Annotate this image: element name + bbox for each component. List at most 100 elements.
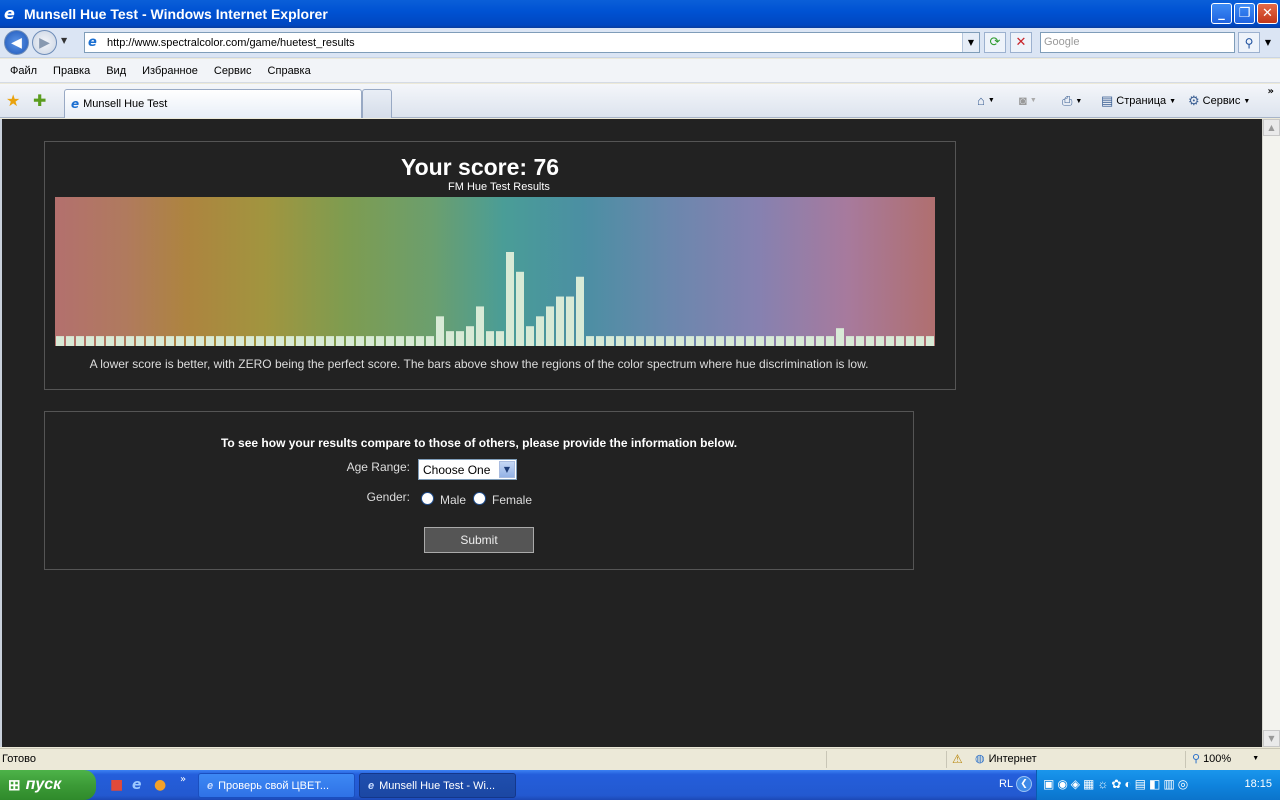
ie-quicklaunch-icon[interactable]: e	[132, 777, 142, 793]
hue-bar	[786, 336, 794, 346]
favorites-star-icon[interactable]: ★	[6, 91, 20, 110]
printer-icon: ⎙	[1062, 93, 1073, 108]
feeds-button[interactable]: ◙ ▼	[1019, 93, 1037, 108]
quicklaunch-more-icon[interactable]: »	[180, 774, 186, 785]
tab-bar: ★ ✚ e Munsell Hue Test ⌂ ▼ ◙ ▼ ⎙ ▼ ▤ Страниц…	[0, 84, 1280, 118]
menu-view[interactable]: Вид	[98, 65, 134, 77]
tray-icons[interactable]: ▣◉◈▦☼✿◐▤◧▥◎	[1043, 777, 1191, 791]
page-content: Your score: 76 FM Hue Test Results A low…	[0, 119, 1262, 747]
menu-tools[interactable]: Сервис	[206, 65, 260, 77]
menu-edit[interactable]: Правка	[45, 65, 98, 77]
system-tray: ▣◉◈▦☼✿◐▤◧▥◎ 18:15	[1036, 770, 1280, 800]
page-icon: e	[88, 35, 97, 50]
address-input[interactable]: e http://www.spectralcolor.com/game/huet…	[84, 32, 980, 53]
hue-bar	[466, 326, 474, 346]
page-menu-icon: ▤	[1101, 93, 1114, 108]
start-button[interactable]: ⊞ пуск	[0, 770, 96, 800]
arrow-left-icon: ◀	[11, 34, 22, 51]
age-range-select[interactable]: Choose One ▼	[418, 459, 517, 480]
hue-bar	[456, 331, 464, 346]
menu-file[interactable]: Файл	[0, 65, 45, 77]
search-input[interactable]: Google	[1040, 32, 1235, 53]
hue-bar	[206, 336, 214, 346]
language-indicator[interactable]: RL	[999, 778, 1013, 790]
browser-quicklaunch-icon[interactable]: ●	[154, 777, 166, 793]
forward-button[interactable]: ▶	[32, 30, 57, 55]
hue-bar	[836, 328, 844, 346]
address-url[interactable]: http://www.spectralcolor.com/game/huetes…	[107, 37, 355, 49]
hue-bar	[796, 336, 804, 346]
taskbar-item-munsell[interactable]: e Munsell Hue Test - Wi...	[359, 773, 516, 798]
status-divider	[946, 751, 947, 768]
new-tab-button[interactable]	[362, 89, 392, 118]
taskbar-item-color-test[interactable]: e Проверь свой ЦВЕТ...	[198, 773, 355, 798]
mail-quicklaunch-icon[interactable]: ■	[110, 777, 123, 793]
history-dropdown-icon[interactable]: ▼	[61, 36, 67, 45]
globe-icon: ◍	[975, 753, 985, 765]
home-button[interactable]: ⌂ ▼	[977, 93, 995, 108]
add-favorites-icon[interactable]: ✚	[33, 91, 46, 110]
page-menu-label: Страница	[1116, 95, 1167, 107]
score-heading: Your score: 76	[400, 154, 560, 180]
hue-bar	[496, 331, 504, 346]
more-commands-icon[interactable]: »	[1268, 86, 1274, 97]
protected-mode-icon[interactable]: ⚠	[952, 752, 963, 766]
hue-bar	[116, 336, 124, 346]
male-radio[interactable]	[421, 492, 434, 505]
hue-bar	[906, 336, 914, 346]
status-bar: Готово ⚠ ◍ Интернет ⚲ 100% ▼	[0, 748, 1280, 770]
results-panel: Your score: 76 FM Hue Test Results A low…	[44, 141, 956, 390]
chevron-down-icon: ▼	[1169, 97, 1177, 105]
gear-icon: ⚙	[1188, 93, 1200, 108]
arrow-right-icon: ▶	[39, 34, 50, 51]
back-button[interactable]: ◀	[4, 30, 29, 55]
address-dropdown-icon[interactable]: ▼	[962, 33, 979, 52]
security-zone[interactable]: ◍ Интернет	[975, 752, 1037, 766]
vertical-scrollbar[interactable]: ▲ ▼	[1262, 119, 1280, 747]
window-controls: _ ❐ ✕	[1211, 3, 1278, 24]
address-toolbar: ◀ ▶ ▼ e http://www.spectralcolor.com/gam…	[0, 28, 1280, 58]
chevron-down-icon[interactable]: ▼	[499, 461, 515, 478]
window-titlebar[interactable]: e Munsell Hue Test - Windows Internet Ex…	[0, 0, 1280, 28]
search-options-dropdown-icon[interactable]: ▼	[1261, 32, 1275, 53]
hue-bar	[706, 336, 714, 346]
hue-bar	[86, 336, 94, 346]
hue-bar	[436, 316, 444, 346]
hue-bar	[596, 336, 604, 346]
female-radio[interactable]	[473, 492, 486, 505]
tab-munsell-hue-test[interactable]: e Munsell Hue Test	[64, 89, 362, 118]
print-button[interactable]: ⎙ ▼	[1062, 93, 1082, 109]
page-menu-button[interactable]: ▤ Страница ▼	[1101, 93, 1176, 109]
status-divider	[1185, 751, 1186, 768]
menu-help[interactable]: Справка	[260, 65, 319, 77]
refresh-button[interactable]: ⟳	[984, 32, 1006, 53]
hue-bar	[396, 336, 404, 346]
zoom-level: 100%	[1203, 752, 1232, 765]
comparison-form: To see how your results compare to those…	[44, 411, 914, 570]
maximize-button[interactable]: ❐	[1234, 3, 1255, 24]
taskbar-item-label: Проверь свой ЦВЕТ...	[218, 779, 330, 792]
scroll-up-icon[interactable]: ▲	[1263, 119, 1280, 136]
hue-bar	[326, 336, 334, 346]
close-button[interactable]: ✕	[1257, 3, 1278, 24]
tools-menu-button[interactable]: ⚙ Сервис ▼	[1188, 93, 1250, 109]
age-range-label: Age Range:	[346, 460, 410, 474]
show-hidden-icons-button[interactable]: ❮	[1016, 776, 1032, 792]
scroll-down-icon[interactable]: ▼	[1263, 730, 1280, 747]
hue-bar	[856, 336, 864, 346]
stop-button[interactable]: ✕	[1010, 32, 1032, 53]
zoom-control[interactable]: ⚲ 100% ▼	[1192, 752, 1259, 766]
window-title: Munsell Hue Test - Windows Internet Expl…	[24, 6, 328, 22]
hue-bar	[816, 336, 824, 346]
submit-button[interactable]: Submit	[424, 527, 534, 553]
hue-bar	[196, 336, 204, 346]
hue-bar	[896, 336, 904, 346]
menu-favorites[interactable]: Избранное	[134, 65, 206, 77]
minimize-button[interactable]: _	[1211, 3, 1232, 24]
stop-icon: ✕	[1015, 35, 1027, 50]
chevron-down-icon: ▼	[1029, 97, 1037, 104]
hue-bar	[676, 336, 684, 346]
hue-bar	[826, 336, 834, 346]
search-button[interactable]: ⚲	[1238, 32, 1260, 53]
hue-bar	[516, 271, 524, 346]
